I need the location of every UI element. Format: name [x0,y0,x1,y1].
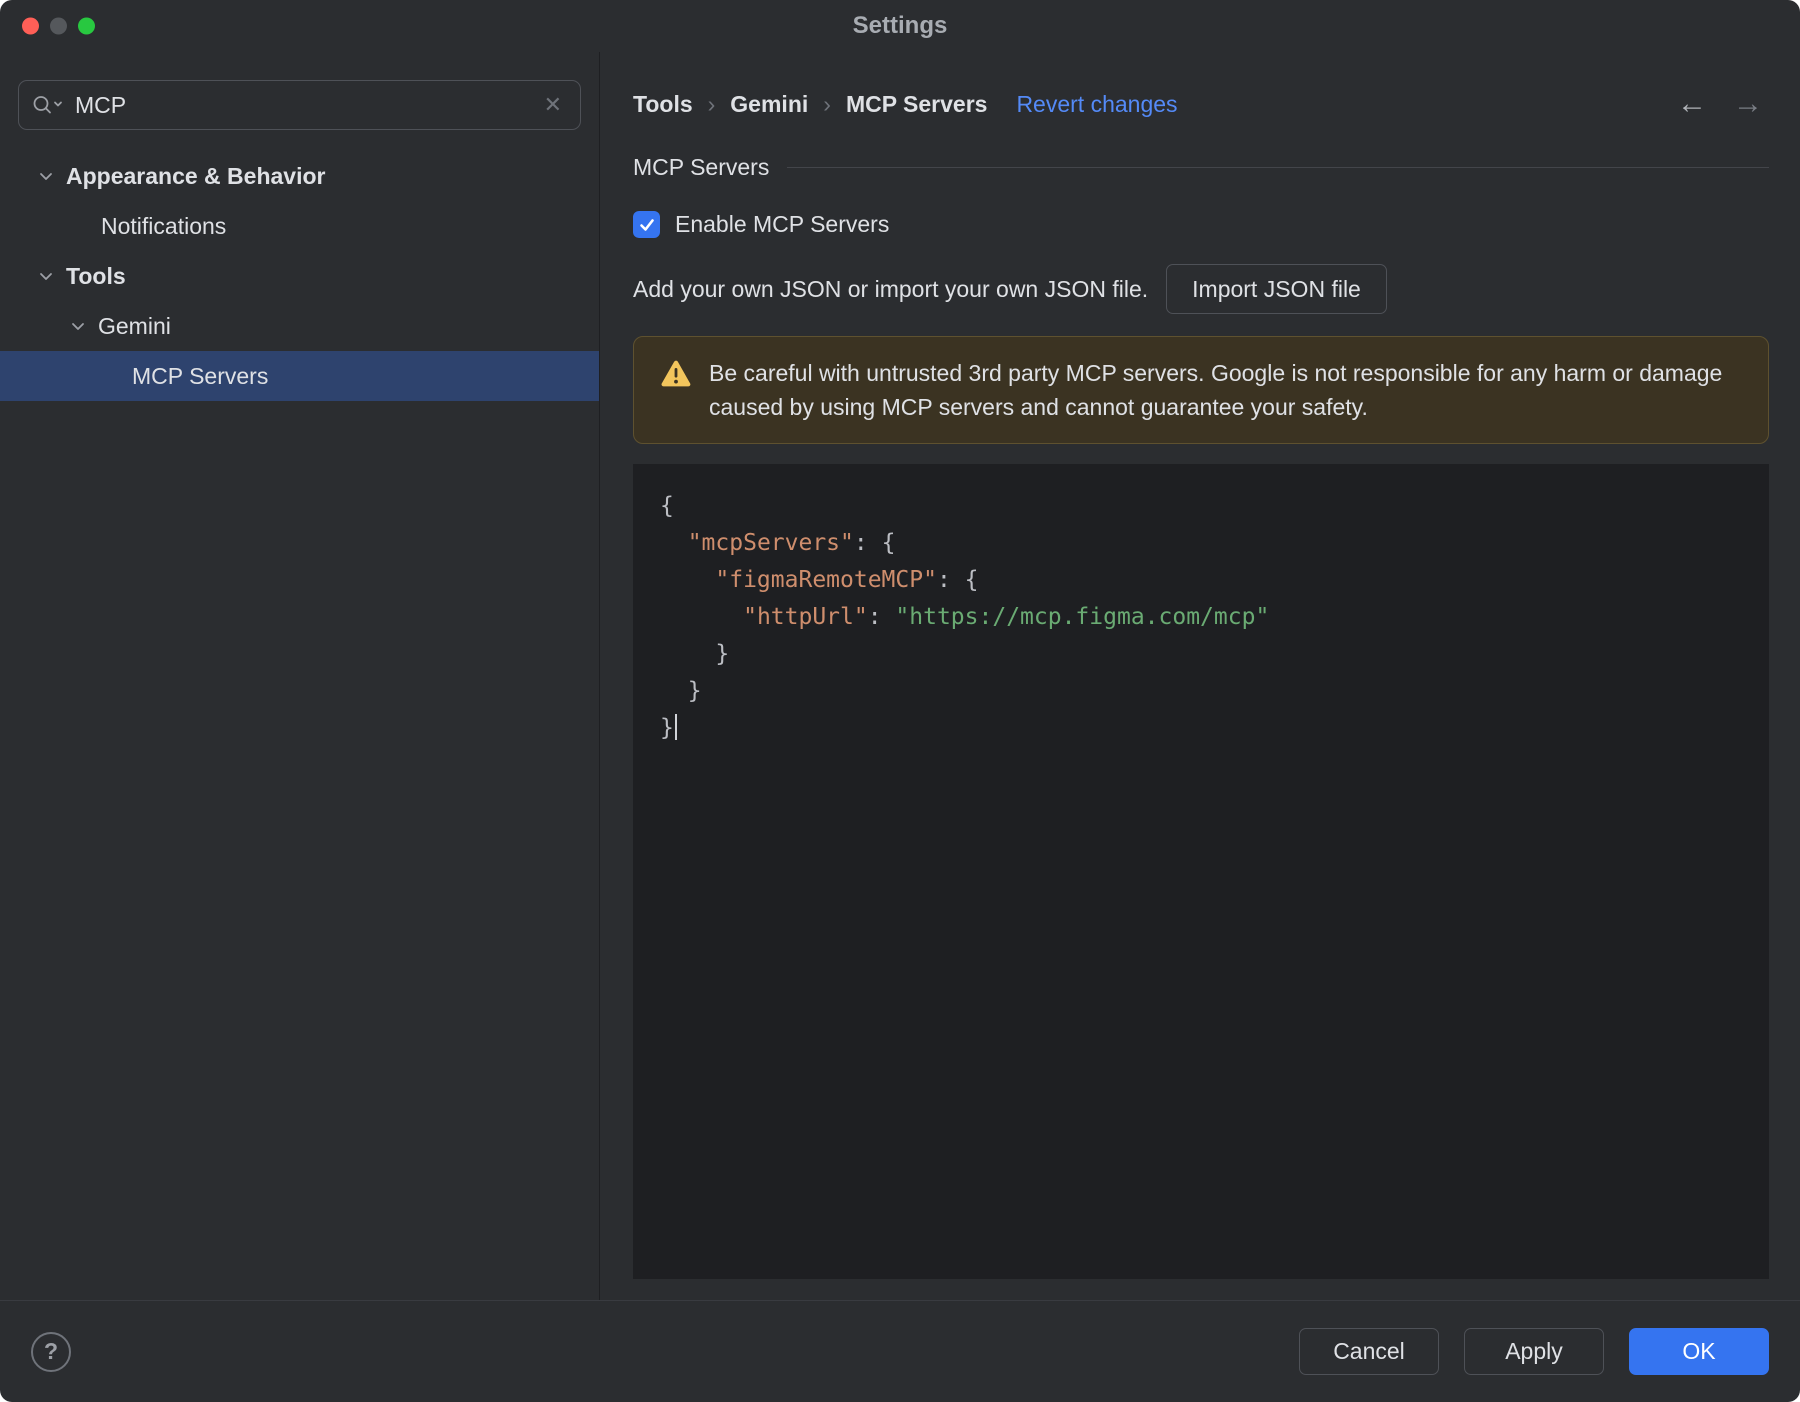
warning-banner: Be careful with untrusted 3rd party MCP … [633,336,1769,444]
sidebar-item-label: Notifications [101,212,227,239]
clear-search-icon[interactable]: ✕ [540,92,566,118]
chevron-down-icon[interactable] [38,168,66,184]
sidebar-item-notifications[interactable]: Notifications [0,201,599,251]
sidebar-item-gemini[interactable]: Gemini [0,301,599,351]
close-window-button[interactable] [22,17,39,35]
add-json-text: Add your own JSON or import your own JSO… [633,275,1149,302]
sidebar-item-label: Appearance & Behavior [66,162,326,189]
sidebar-item-label: Tools [66,262,126,289]
window-title: Settings [852,12,948,39]
sidebar-item-label: Gemini [98,312,171,339]
settings-tree: Appearance & Behavior Notifications Tool… [0,151,599,401]
section-header: MCP Servers [633,154,1769,181]
import-json-button[interactable]: Import JSON file [1166,264,1387,314]
settings-window: Settings ✕ [0,0,1800,1402]
help-button[interactable]: ? [31,1331,71,1372]
chevron-down-icon[interactable] [70,318,98,334]
section-divider [787,167,1769,168]
titlebar: Settings [0,0,1800,52]
checkbox-label: Enable MCP Servers [675,211,890,237]
sidebar-item-label: MCP Servers [132,362,269,389]
json-editor[interactable]: { "mcpServers": { "figmaRemoteMCP": { "h… [633,464,1769,1279]
warning-text: Be careful with untrusted 3rd party MCP … [709,360,1723,420]
breadcrumb: Tools › Gemini › MCP Servers Revert chan… [633,91,1178,118]
sidebar-item-tools[interactable]: Tools [0,251,599,301]
warning-icon [660,356,692,393]
checkbox-checked-icon[interactable] [633,211,660,238]
chevron-right-icon: › [707,90,716,117]
section-title: MCP Servers [633,154,770,180]
chevron-right-icon: › [823,90,831,117]
revert-changes-link[interactable]: Revert changes [1016,91,1177,118]
apply-button[interactable]: Apply [1464,1328,1604,1375]
dialog-footer: ? Cancel Apply OK [0,1300,1800,1402]
question-icon: ? [43,1338,59,1364]
breadcrumb-mcp-servers: MCP Servers [845,90,988,117]
traffic-lights [22,17,95,35]
settings-content: Tools › Gemini › MCP Servers Revert chan… [600,52,1800,1300]
sidebar-item-appearance-behavior[interactable]: Appearance & Behavior [0,151,599,201]
search-input[interactable] [73,90,540,120]
breadcrumb-tools[interactable]: Tools [633,91,693,118]
breadcrumb-gemini[interactable]: Gemini [730,91,808,118]
search-icon [31,94,65,116]
settings-sidebar: ✕ Appearance & Behavior Notifications To [0,52,600,1300]
chevron-down-icon[interactable] [38,268,66,284]
enable-mcp-servers-checkbox[interactable]: Enable MCP Servers [633,211,889,238]
zoom-window-button[interactable] [78,17,95,35]
forward-icon[interactable]: → [1733,87,1763,121]
back-icon[interactable]: ← [1677,87,1707,121]
ok-button[interactable]: OK [1629,1328,1769,1375]
sidebar-item-mcp-servers[interactable]: MCP Servers [0,351,599,401]
settings-search-field[interactable]: ✕ [18,80,581,130]
cancel-button[interactable]: Cancel [1299,1328,1439,1375]
minimize-window-button[interactable] [50,17,67,35]
